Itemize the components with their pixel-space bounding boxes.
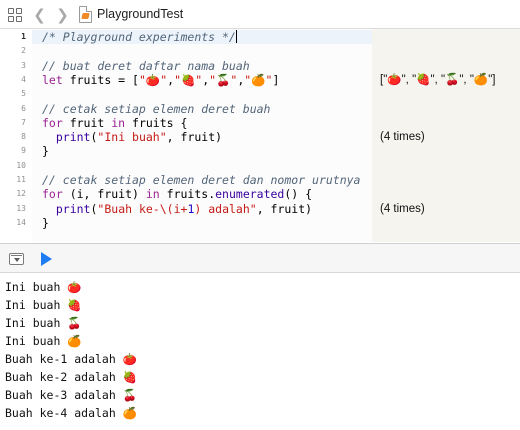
code-text[interactable]: }	[42, 216, 49, 230]
console-line: Ini buah 🍓	[5, 298, 82, 312]
code-line[interactable]: 4 let fruits = ["🍅","🍓","🍒","🍊"] ["🍅", "…	[0, 73, 520, 87]
code-text[interactable]: for (i, fruit) in fruits.enumerated() {	[42, 187, 312, 201]
back-glyph: ❮	[33, 5, 46, 24]
jump-bar: ❮ ❯ PlaygroundTest	[0, 0, 520, 29]
result-count[interactable]: (4 times)	[380, 202, 425, 216]
line-number: 11	[16, 175, 26, 184]
function-call: print	[55, 130, 91, 145]
line-number: 9	[21, 146, 26, 156]
string-literal: "🍓"	[174, 72, 203, 87]
code-text[interactable]: }	[42, 144, 49, 158]
code-text[interactable]: /* Playground experiments */	[42, 30, 237, 44]
string-literal: "Ini buah"	[97, 130, 167, 145]
swift-file-icon[interactable]	[79, 6, 92, 23]
comment: /* Playground experiments */	[42, 30, 236, 44]
comment: // buat deret daftar nama buah	[42, 58, 250, 73]
line-number: 8	[21, 132, 26, 142]
keyword: in	[111, 115, 126, 130]
chevron-right-icon[interactable]: ❯	[55, 5, 70, 24]
result-count[interactable]: (4 times)	[380, 130, 425, 144]
line-number: 13	[16, 203, 26, 213]
code-line[interactable]: 10	[0, 159, 520, 173]
code-line[interactable]: 1 /* Playground experiments */	[0, 30, 520, 45]
line-number: 5	[21, 89, 26, 99]
text-cursor	[235, 30, 237, 43]
line-number: 2	[21, 46, 26, 56]
file-name[interactable]: PlaygroundTest	[97, 7, 183, 21]
string-literal: "🍅"	[138, 72, 168, 87]
line-number: 14	[16, 217, 26, 227]
code-text[interactable]: // cetak setiap elemen deret dan nomor u…	[42, 173, 361, 187]
code-line[interactable]: 7 for fruit in fruits {	[0, 116, 520, 130]
string-literal: "🍒"	[209, 72, 238, 87]
code-plain: }	[42, 144, 49, 159]
hide-debug-area-icon[interactable]	[9, 253, 24, 265]
string-literal: ) adalah"	[194, 201, 257, 216]
code-plain: , fruit)	[256, 201, 313, 216]
function-call: print	[55, 201, 91, 216]
comment: // cetak setiap elemen deret buah	[42, 101, 271, 116]
code-text[interactable]: print("Buah ke-\(i+1) adalah", fruit)	[42, 202, 312, 216]
grid-icon[interactable]	[8, 8, 22, 22]
code-line[interactable]: 11 // cetak setiap elemen deret dan nomo…	[0, 173, 520, 187]
line-number: 3	[21, 60, 26, 70]
code-plain: fruits {	[125, 115, 188, 130]
code-line[interactable]: 3 // buat deret daftar nama buah	[0, 59, 520, 73]
code-line[interactable]: 14 }	[0, 216, 520, 230]
code-plain: () {	[284, 187, 313, 202]
console-output[interactable]: Ini buah 🍅 Ini buah 🍓 Ini buah 🍒 Ini bua…	[0, 274, 520, 430]
code-plain: , fruit)	[166, 130, 223, 145]
code-line[interactable]: 9 }	[0, 144, 520, 158]
code-line[interactable]: 6 // cetak setiap elemen deret buah	[0, 102, 520, 116]
console-line: Buah ke-1 adalah 🍅	[5, 352, 138, 366]
console-line: Buah ke-2 adalah 🍓	[5, 370, 138, 384]
keyword: for	[42, 187, 63, 202]
console-line: Ini buah 🍊	[5, 334, 82, 348]
code-plain: fruit	[62, 115, 112, 130]
line-number: 6	[21, 103, 26, 113]
code-editor[interactable]: 1 /* Playground experiments */ 2 3 // bu…	[0, 29, 520, 242]
code-plain: fruits.	[159, 187, 216, 202]
code-line[interactable]: 2	[0, 44, 520, 58]
keyword: let	[42, 72, 63, 87]
forward-glyph: ❯	[56, 5, 69, 24]
code-line[interactable]: 13 print("Buah ke-\(i+1) adalah", fruit)…	[0, 202, 520, 216]
code-text[interactable]: for fruit in fruits {	[42, 116, 187, 130]
code-plain: fruits = [	[62, 72, 139, 87]
function-call: enumerated	[215, 187, 285, 202]
code-text[interactable]: // buat deret daftar nama buah	[42, 59, 250, 73]
code-line[interactable]: 12 for (i, fruit) in fruits.enumerated()…	[0, 187, 520, 201]
console-line: Ini buah 🍒	[5, 316, 82, 330]
comment: // cetak setiap elemen deret dan nomor u…	[42, 173, 361, 187]
code-plain: ]	[272, 72, 280, 87]
result-value[interactable]: ["🍅", "🍓", "🍒", "🍊"]	[380, 73, 496, 87]
code-text[interactable]: let fruits = ["🍅","🍓","🍒","🍊"]	[42, 73, 279, 87]
line-number: 10	[16, 160, 26, 170]
code-plain: (i, fruit)	[62, 187, 146, 202]
code-line[interactable]: 8 print("Ini buah", fruit) (4 times)	[0, 130, 520, 144]
keyword: in	[145, 187, 160, 202]
code-line[interactable]: 5	[0, 87, 520, 101]
code-text[interactable]: // cetak setiap elemen deret buah	[42, 102, 270, 116]
string-literal: "Buah ke-\(i+	[97, 201, 188, 216]
code-text[interactable]: print("Ini buah", fruit)	[42, 130, 222, 144]
line-number: 1	[21, 32, 26, 41]
debug-bar	[0, 243, 520, 273]
console-line: Buah ke-4 adalah 🍊	[5, 406, 138, 420]
line-number: 4	[21, 74, 26, 84]
keyword: for	[42, 115, 63, 130]
line-number: 12	[16, 189, 26, 199]
string-literal: "🍊"	[244, 72, 273, 87]
code-plain: }	[42, 215, 49, 230]
console-line: Buah ke-3 adalah 🍒	[5, 388, 138, 402]
console-line: Ini buah 🍅	[5, 280, 82, 294]
line-number: 7	[21, 117, 26, 127]
play-icon[interactable]	[41, 252, 52, 266]
chevron-left-icon[interactable]: ❮	[32, 5, 47, 24]
